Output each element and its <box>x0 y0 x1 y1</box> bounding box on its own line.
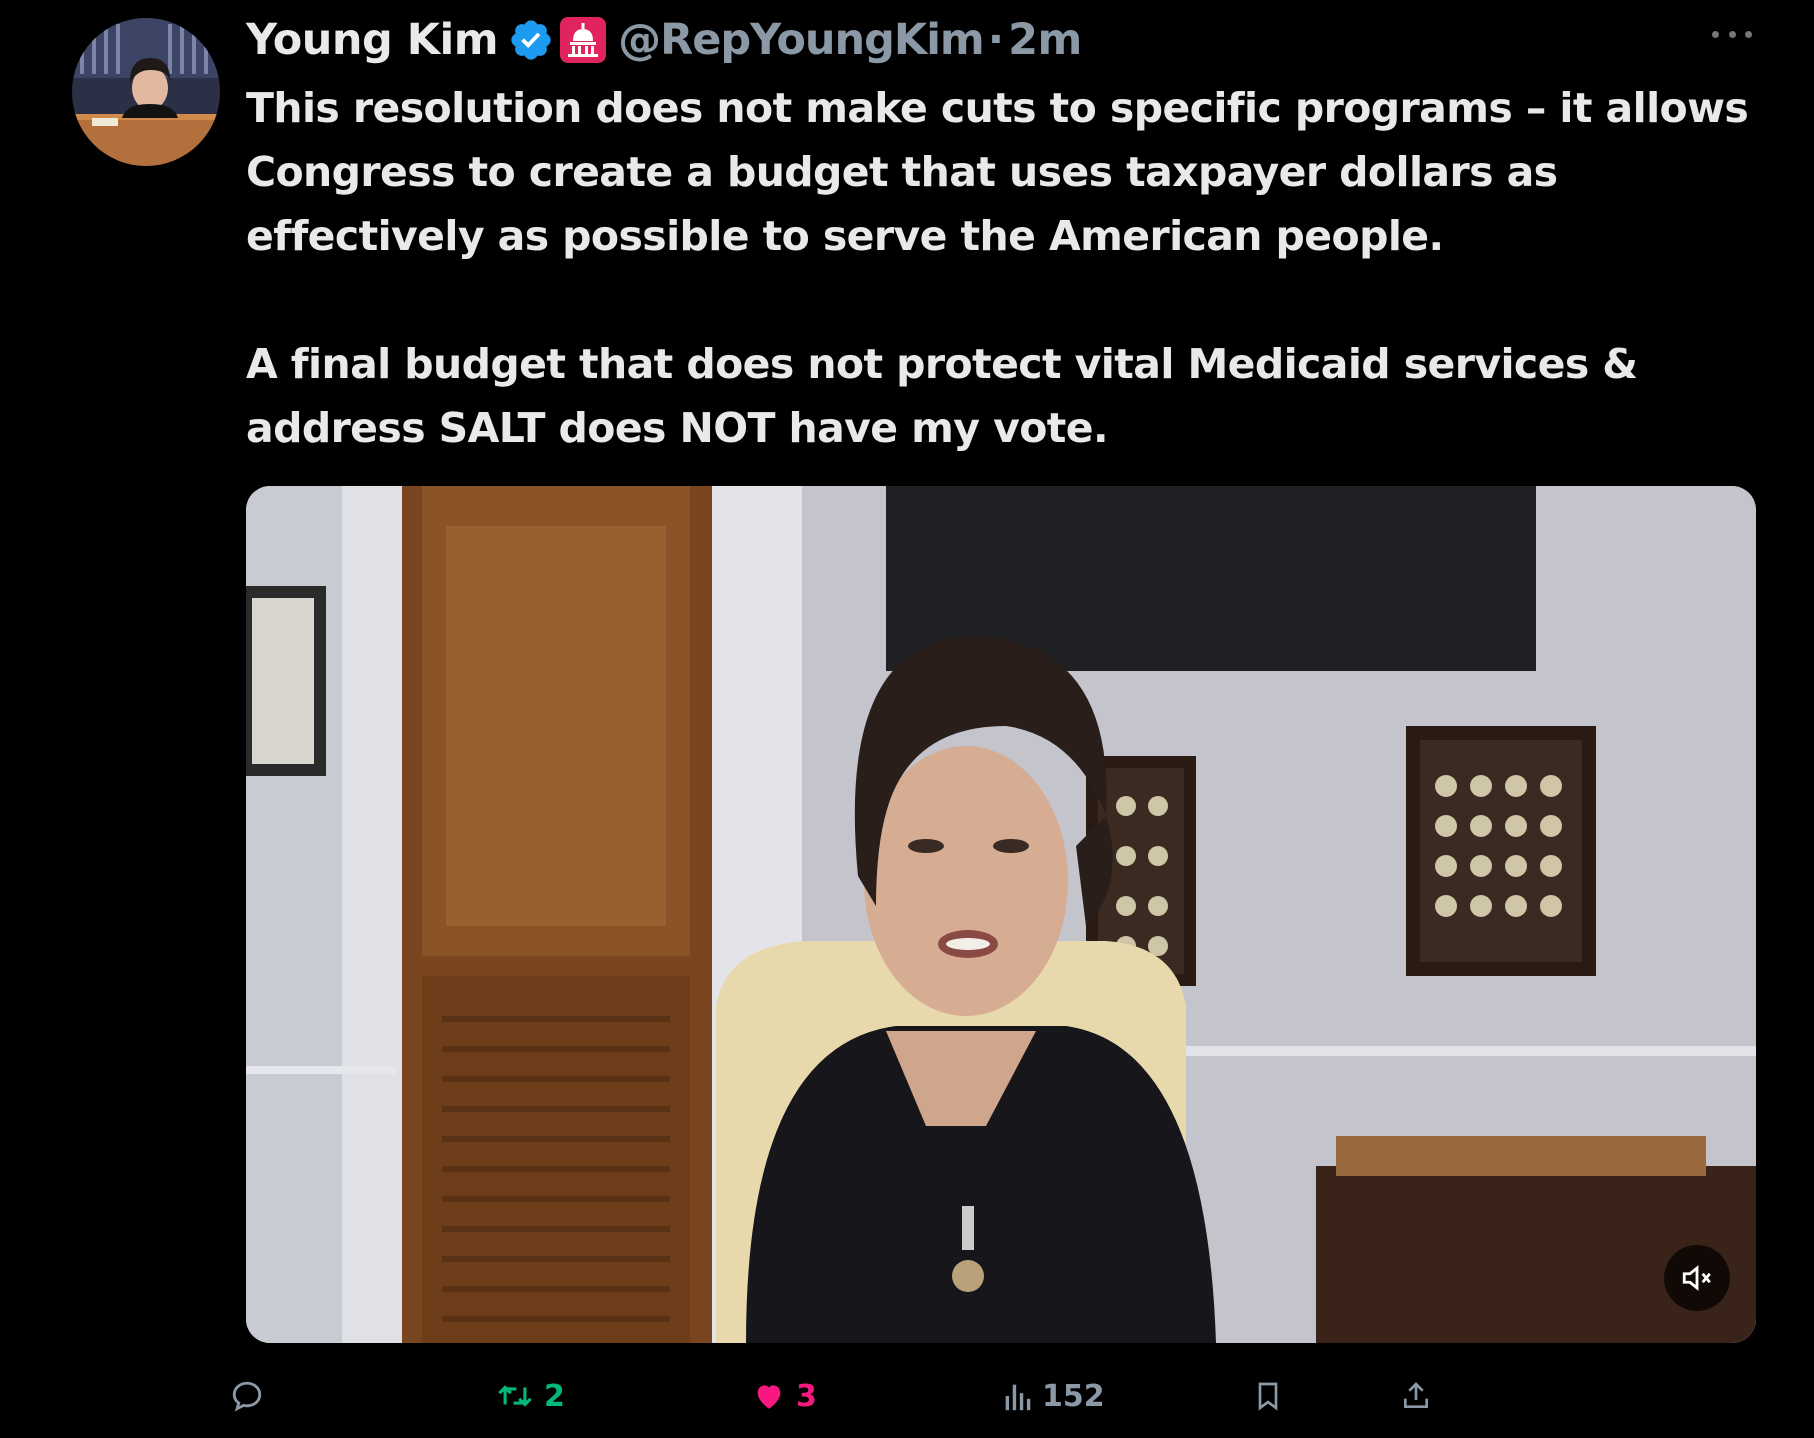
author-handle[interactable]: @RepYoungKim <box>618 10 985 70</box>
like-count: 3 <box>796 1378 817 1414</box>
tweet-text: This resolution does not make cuts to sp… <box>246 76 1786 460</box>
tweet-paragraph: A final budget that does not protect vit… <box>246 340 1638 452</box>
like-button[interactable]: 3 <box>752 1366 817 1426</box>
avatar-photo <box>72 18 220 166</box>
mute-button[interactable] <box>1664 1245 1730 1311</box>
views-button[interactable]: 152 <box>1002 1366 1105 1426</box>
author-name[interactable]: Young Kim <box>246 10 499 70</box>
retweet-count: 2 <box>544 1378 565 1414</box>
share-button[interactable] <box>1400 1366 1432 1426</box>
tweet-header: Young Kim @RepYoungKim · 2m <box>246 10 1082 70</box>
views-icon <box>1005 1384 1031 1411</box>
retweet-button[interactable]: 2 <box>496 1366 565 1426</box>
more-options-icon[interactable] <box>1712 24 1752 44</box>
retweet-icon <box>498 1385 532 1407</box>
bookmark-button[interactable] <box>1252 1366 1284 1426</box>
bookmark-icon <box>1258 1382 1278 1411</box>
tweet-timestamp[interactable]: 2m <box>1008 10 1082 70</box>
verified-badge-icon[interactable] <box>508 17 554 63</box>
avatar[interactable] <box>72 18 220 166</box>
speaker-muted-icon <box>1682 1265 1711 1291</box>
reply-button[interactable] <box>230 1366 274 1426</box>
tweet-paragraph: This resolution does not make cuts to sp… <box>246 84 1749 260</box>
capitol-dome-icon[interactable] <box>560 17 607 63</box>
header-separator: · <box>987 15 1005 65</box>
video-frame <box>246 486 1756 1343</box>
heart-icon <box>757 1385 781 1409</box>
reply-icon <box>232 1381 262 1412</box>
views-count: 152 <box>1042 1378 1105 1414</box>
share-icon <box>1404 1382 1428 1408</box>
video-player[interactable] <box>246 486 1756 1343</box>
tweet-actions: 2 3 152 <box>230 1366 1790 1426</box>
